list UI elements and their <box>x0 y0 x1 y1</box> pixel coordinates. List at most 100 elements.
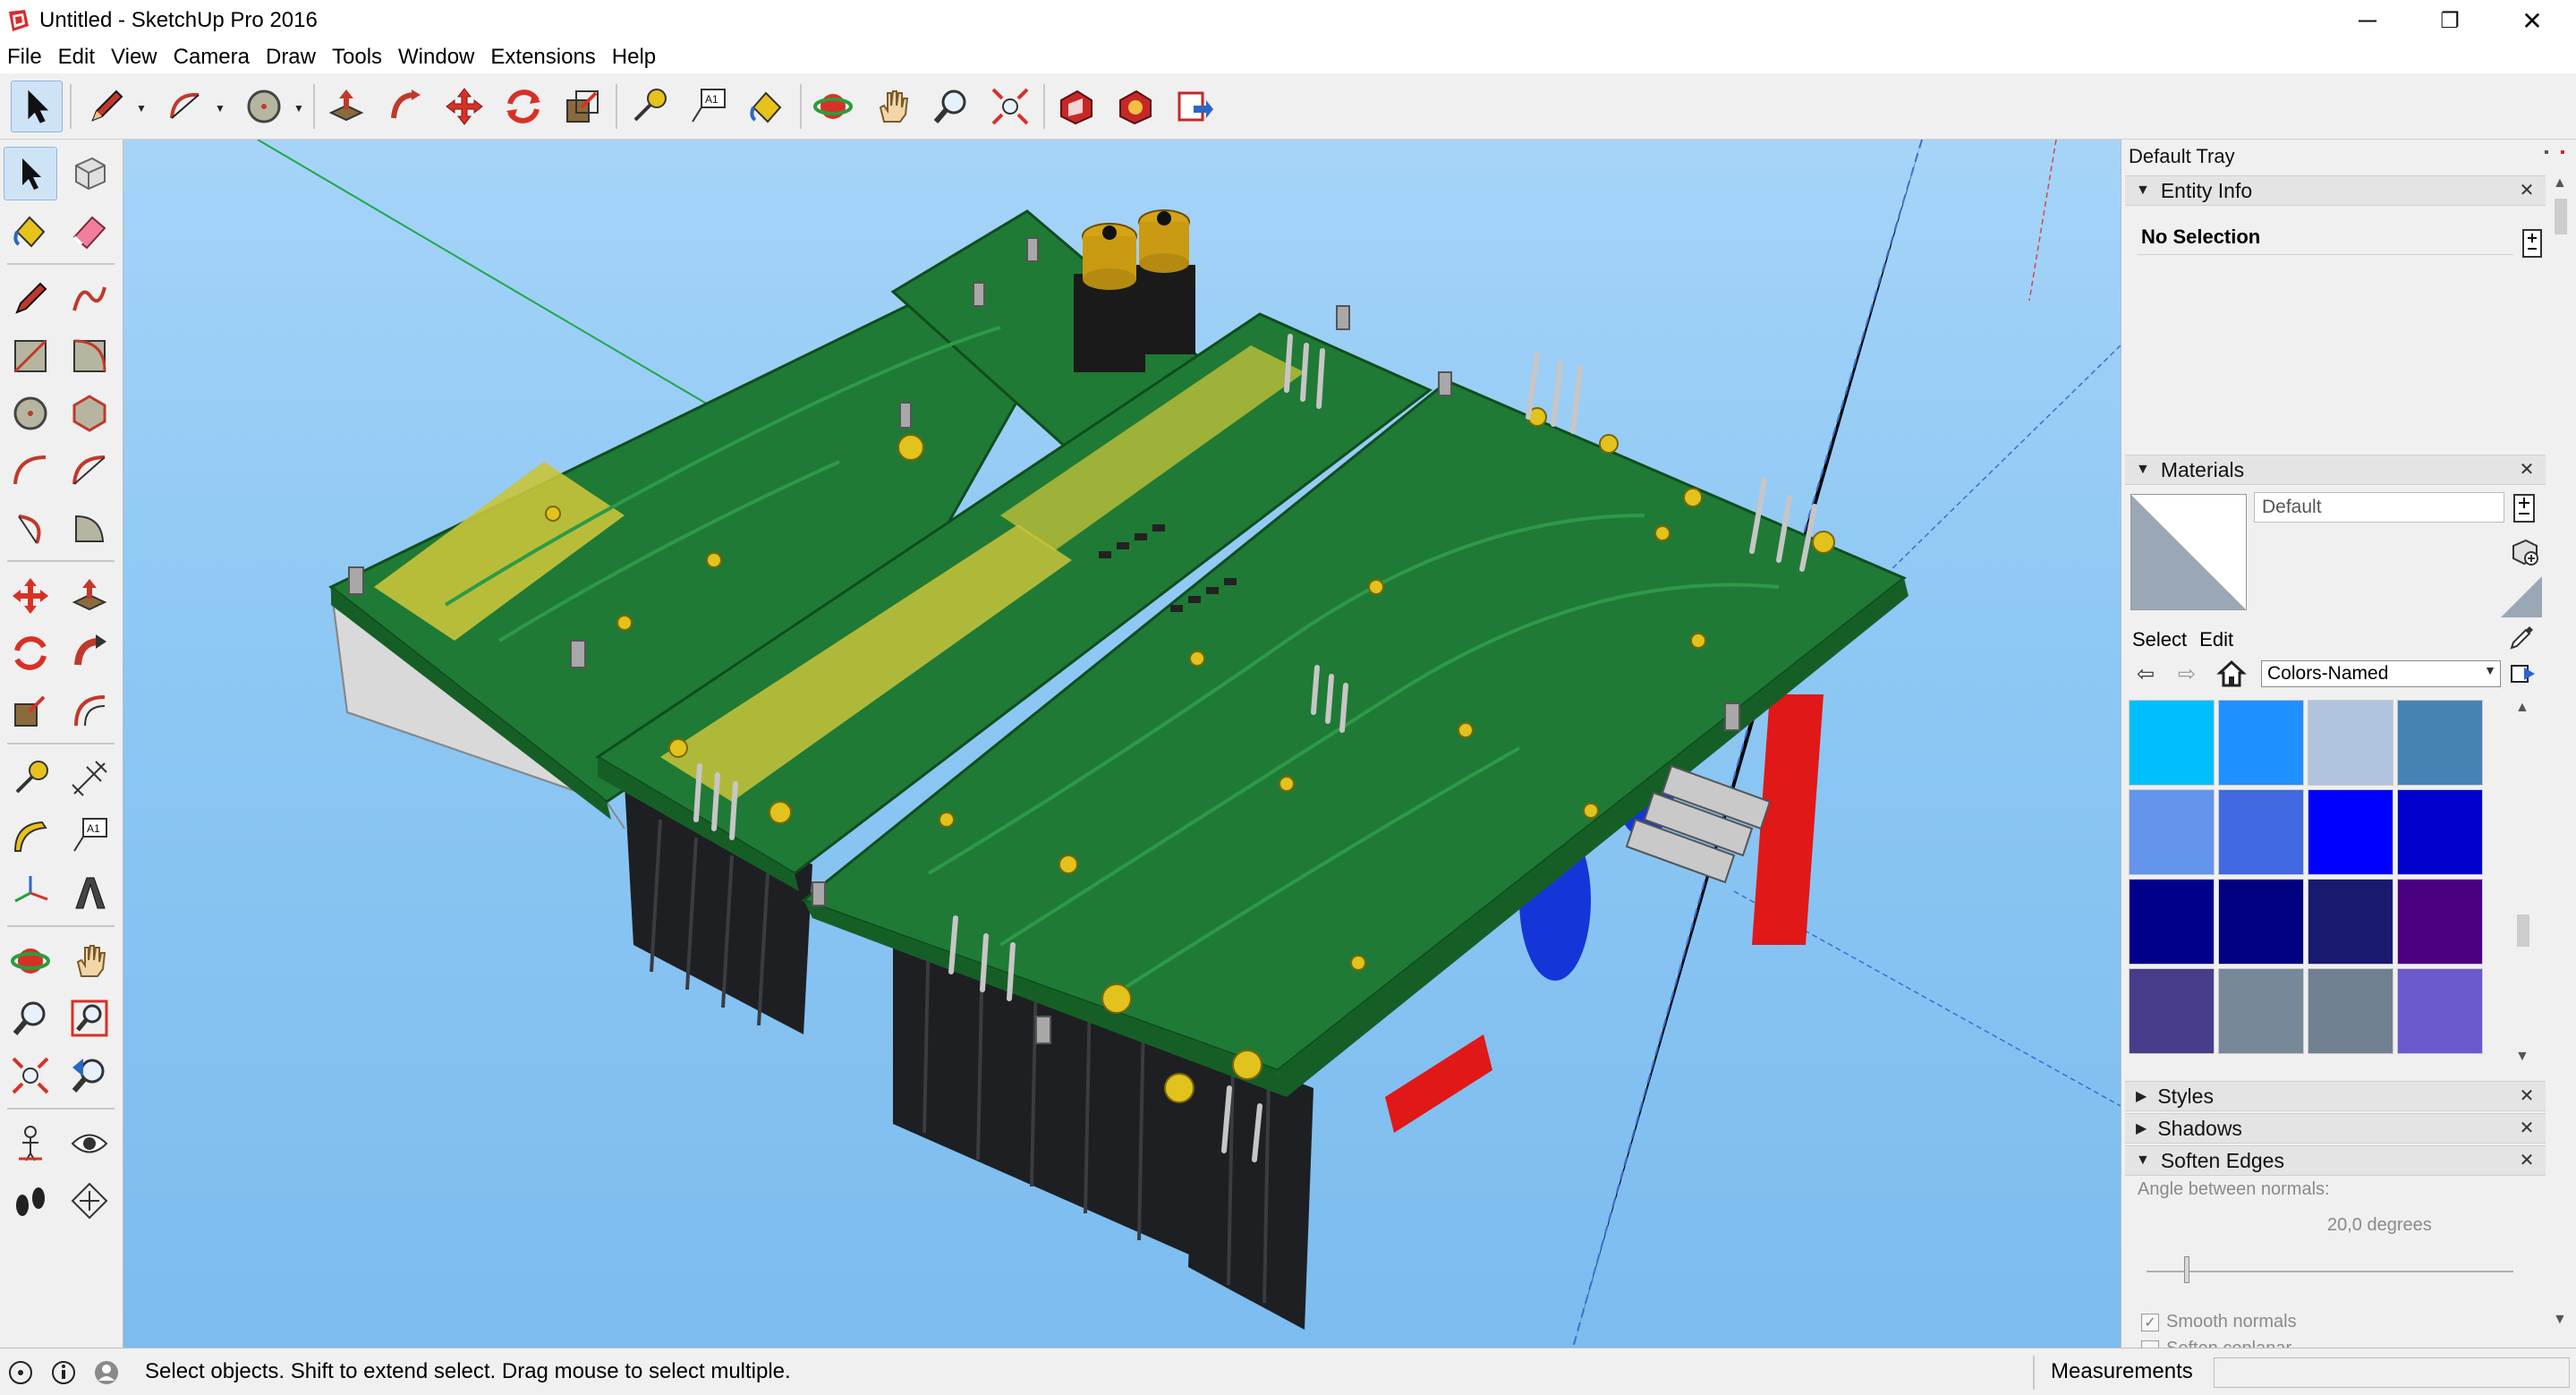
tray-scrollbar[interactable]: ▲ ▼ <box>2549 175 2572 1339</box>
menu-view[interactable]: View <box>109 45 159 70</box>
dimension-button[interactable] <box>63 752 116 805</box>
swatch[interactable] <box>2129 789 2215 875</box>
axes-button[interactable] <box>4 866 57 920</box>
left-select-button[interactable] <box>4 147 57 200</box>
tab-edit[interactable]: Edit <box>2198 628 2235 651</box>
styles-header[interactable]: ▶ Styles ✕ <box>2125 1081 2546 1111</box>
rotate-tool-button[interactable] <box>497 81 549 132</box>
scroll-up-icon[interactable]: ▲ <box>2553 175 2567 191</box>
paint-bucket-tool-button[interactable] <box>741 81 793 132</box>
menu-extensions[interactable]: Extensions <box>489 45 597 70</box>
left-rotate-button[interactable] <box>4 626 57 680</box>
rotated-rectangle-button[interactable] <box>63 329 116 383</box>
angle-slider-thumb[interactable] <box>2184 1256 2190 1283</box>
select-tool-button[interactable] <box>11 81 63 132</box>
text-tool-button[interactable]: A1 <box>682 81 734 132</box>
polygon-button[interactable] <box>63 387 116 440</box>
swatch[interactable] <box>2218 700 2304 786</box>
material-toggle-secondary-icon[interactable] <box>2513 494 2535 523</box>
position-camera-button[interactable] <box>4 1117 57 1170</box>
swatch[interactable] <box>2397 789 2483 875</box>
extension-warehouse-button[interactable] <box>1109 81 1161 132</box>
entity-info-header[interactable]: ▼ Entity Info ✕ <box>2125 175 2546 206</box>
freehand-button[interactable] <box>63 272 116 326</box>
forward-arrow-icon[interactable]: ⇨ <box>2172 659 2202 689</box>
warehouse-button[interactable] <box>1050 81 1102 132</box>
swatch-scrollbar[interactable]: ▲ ▼ <box>2512 700 2535 1070</box>
create-material-icon[interactable] <box>2510 537 2540 567</box>
pencil-tool-button[interactable] <box>81 81 132 132</box>
two-point-arc-button[interactable] <box>63 444 116 498</box>
left-scale-button[interactable] <box>4 684 57 737</box>
swatch[interactable] <box>2129 968 2215 1054</box>
left-pencil-button[interactable] <box>4 272 57 326</box>
materials-close-icon[interactable]: ✕ <box>2517 459 2537 480</box>
soften-edges-close-icon[interactable]: ✕ <box>2517 1150 2537 1170</box>
walk-button[interactable] <box>4 1174 57 1228</box>
scroll-down-icon[interactable]: ▼ <box>2553 1312 2567 1328</box>
eyedropper-icon[interactable] <box>2508 623 2537 651</box>
menu-file[interactable]: File <box>5 45 44 70</box>
left-text-button[interactable]: A1 <box>63 809 116 863</box>
details-arrow-icon[interactable] <box>2508 659 2538 689</box>
left-arc-button[interactable] <box>4 444 57 498</box>
make-component-button[interactable] <box>63 147 116 200</box>
smooth-normals-checkbox[interactable]: ✓ <box>2141 1314 2159 1331</box>
zoom-window-button[interactable] <box>63 991 116 1045</box>
eraser-button[interactable] <box>63 204 116 258</box>
measurements-input[interactable] <box>2214 1357 2570 1388</box>
swatch[interactable] <box>2218 968 2304 1054</box>
left-follow-me-button[interactable] <box>63 626 116 680</box>
user-account-icon[interactable] <box>93 1359 120 1386</box>
swatch[interactable] <box>2308 968 2393 1054</box>
entity-toggle-details-icon[interactable] <box>2522 229 2542 258</box>
zoom-tool-button[interactable] <box>925 81 977 132</box>
pie-button[interactable] <box>63 501 116 555</box>
left-pan-button[interactable] <box>63 934 116 988</box>
follow-me-tool-button[interactable] <box>379 81 431 132</box>
menu-help[interactable]: Help <box>610 45 658 70</box>
scroll-down-icon[interactable]: ▼ <box>2515 1049 2529 1065</box>
menu-edit[interactable]: Edit <box>56 45 97 70</box>
move-tool-button[interactable] <box>438 81 490 132</box>
material-collection-dropdown[interactable]: Colors-Named ▼ <box>2261 660 2501 687</box>
left-zoom-extents-button[interactable] <box>4 1049 57 1102</box>
scroll-up-icon[interactable]: ▲ <box>2515 700 2529 716</box>
back-arrow-icon[interactable]: ⇦ <box>2130 659 2161 689</box>
three-point-arc-button[interactable] <box>4 501 57 555</box>
geo-location-icon[interactable] <box>7 1359 34 1386</box>
send-to-layout-button[interactable] <box>1169 81 1220 132</box>
swatch[interactable] <box>2218 879 2304 965</box>
swatch[interactable] <box>2397 700 2483 786</box>
shadows-header[interactable]: ▶ Shadows ✕ <box>2125 1113 2546 1144</box>
left-zoom-button[interactable] <box>4 991 57 1045</box>
rectangle-button[interactable] <box>4 329 57 383</box>
left-move-button[interactable] <box>4 569 57 623</box>
3d-text-button[interactable] <box>63 866 116 920</box>
circle-tool-button[interactable] <box>238 81 290 132</box>
swatch[interactable] <box>2308 789 2393 875</box>
look-around-button[interactable] <box>63 1117 116 1170</box>
arc-tool-button[interactable] <box>159 81 211 132</box>
left-tape-measure-button[interactable] <box>4 752 57 805</box>
left-push-pull-button[interactable] <box>63 569 116 623</box>
orbit-tool-button[interactable] <box>807 81 859 132</box>
restore-button[interactable]: ❐ <box>2409 0 2491 41</box>
angle-slider-track[interactable] <box>2147 1271 2513 1272</box>
scale-tool-button[interactable] <box>557 81 608 132</box>
home-icon[interactable] <box>2216 659 2247 689</box>
swatch[interactable] <box>2129 700 2215 786</box>
materials-header[interactable]: ▼ Materials ✕ <box>2125 455 2546 485</box>
zoom-extents-tool-button[interactable] <box>984 81 1036 132</box>
tray-close-icon[interactable]: ▪ <box>2560 145 2565 161</box>
shadows-close-icon[interactable]: ✕ <box>2517 1118 2537 1138</box>
minimize-button[interactable]: ─ <box>2326 0 2409 41</box>
tape-measure-tool-button[interactable] <box>623 81 675 132</box>
swatch[interactable] <box>2129 879 2215 965</box>
swatch[interactable] <box>2397 879 2483 965</box>
entity-info-close-icon[interactable]: ✕ <box>2517 180 2537 200</box>
menu-tools[interactable]: Tools <box>330 45 384 70</box>
left-paint-bucket-button[interactable] <box>4 204 57 258</box>
section-plane-button[interactable] <box>63 1174 116 1228</box>
material-name-field[interactable]: Default <box>2254 492 2504 523</box>
